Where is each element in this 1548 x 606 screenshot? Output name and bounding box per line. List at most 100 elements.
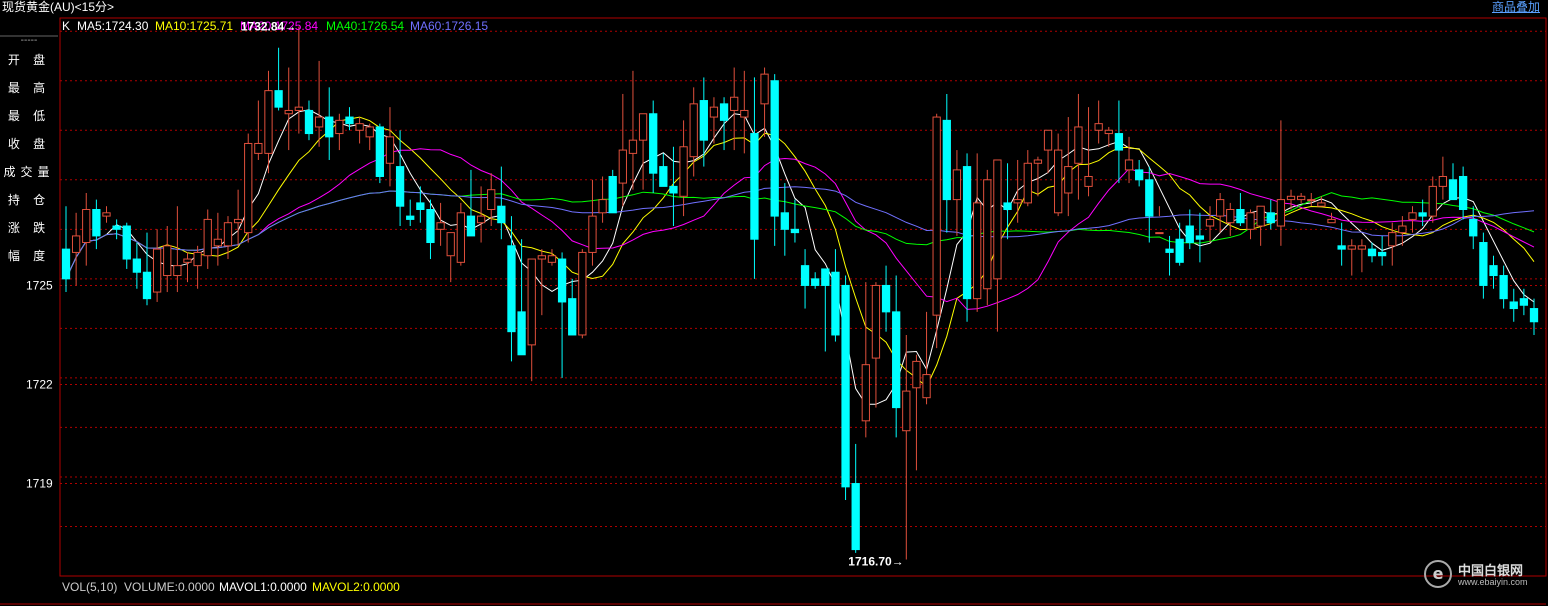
candle-body (1377, 251, 1387, 257)
candle-body (1084, 175, 1093, 187)
candle-body (325, 116, 334, 138)
candle (1064, 117, 1073, 217)
y-tick-label: 1725 (26, 278, 53, 292)
candle (881, 265, 891, 332)
candle (1297, 192, 1306, 203)
candle (983, 169, 992, 306)
ma10-line (65, 116, 1535, 388)
candle (244, 133, 253, 243)
candle-body (456, 212, 465, 263)
candle (760, 67, 769, 137)
candle-body (1438, 175, 1448, 187)
candle-body (102, 212, 111, 217)
candle-body (335, 119, 344, 135)
candle (993, 159, 1002, 332)
candle (1469, 206, 1478, 250)
candle (942, 93, 951, 233)
candle (638, 113, 648, 190)
candle (163, 226, 172, 293)
candle-body (132, 258, 142, 273)
candle-body (811, 278, 820, 286)
candle (355, 117, 364, 144)
candle-body (1094, 123, 1103, 131)
candle (598, 176, 607, 223)
candle-body (122, 225, 131, 260)
candle-body (304, 109, 314, 135)
candle (426, 199, 435, 260)
candle (446, 232, 455, 283)
candle-body (770, 80, 779, 217)
candle-body (740, 109, 749, 118)
legend-prefix: K (62, 19, 70, 33)
candle (1529, 298, 1539, 335)
candle-body (476, 215, 486, 224)
candle-body (152, 248, 162, 293)
candle (406, 199, 415, 227)
candle-body (1013, 199, 1022, 204)
y-tick-label: 1722 (26, 377, 53, 391)
candle-body (547, 255, 557, 263)
candle-body (993, 159, 1002, 280)
candle-body (1418, 212, 1427, 217)
candle-body (679, 146, 688, 197)
candle (1114, 100, 1124, 184)
candle-body (1489, 265, 1498, 277)
candle (831, 249, 840, 342)
candle (294, 26, 303, 134)
candle (912, 354, 921, 471)
candle (1418, 199, 1427, 227)
candle-body (952, 169, 962, 201)
candle-body (1337, 245, 1346, 250)
candle-body (173, 265, 182, 277)
candle-body (902, 390, 911, 432)
candle-body (1428, 185, 1437, 217)
candle (203, 209, 212, 269)
candle-body (1145, 179, 1154, 217)
candle-body (223, 222, 233, 247)
candle (61, 206, 71, 293)
candle (740, 70, 749, 154)
candle-body (578, 251, 587, 336)
candle-body (274, 90, 283, 108)
candle-body (1367, 248, 1377, 257)
candle (1023, 150, 1032, 207)
candle-body (709, 106, 719, 118)
candle (1276, 120, 1286, 246)
candlestick-chart[interactable]: 172517221719 K MA5:1724.30 MA10:1725.71 … (0, 0, 1548, 606)
candle-body (294, 106, 303, 111)
candle-body (983, 179, 992, 290)
candle-body (1124, 159, 1134, 171)
candle-body (314, 116, 324, 128)
candle-body (1276, 199, 1286, 227)
candle-body (1509, 301, 1518, 310)
candle-body (1357, 245, 1367, 250)
candle (325, 87, 334, 160)
candle (821, 268, 830, 352)
candle-body (790, 228, 800, 234)
candle-body (1033, 159, 1043, 164)
candle-body (233, 218, 243, 224)
candle-body (416, 202, 425, 211)
candle (1135, 159, 1144, 187)
candle (851, 443, 860, 553)
candle (1509, 288, 1518, 322)
brand-logo: e 中国白银网 www.ebaiyin.com (1422, 558, 1542, 590)
candle (365, 123, 374, 151)
candle (547, 249, 557, 266)
candle-body (922, 374, 931, 399)
candle-body (1519, 298, 1529, 306)
candle (436, 202, 445, 246)
candle (608, 169, 617, 214)
candle-body (780, 212, 789, 230)
candle (780, 183, 789, 256)
candle (588, 179, 597, 266)
candle-body (1064, 166, 1073, 194)
candle-body (1165, 248, 1174, 253)
logo-icon: e (1424, 560, 1452, 588)
candle (841, 275, 850, 501)
candle-body (92, 209, 101, 237)
candle-body (355, 123, 364, 131)
candle (1519, 288, 1529, 316)
candle-body (557, 258, 567, 303)
candle-body (1043, 129, 1053, 151)
